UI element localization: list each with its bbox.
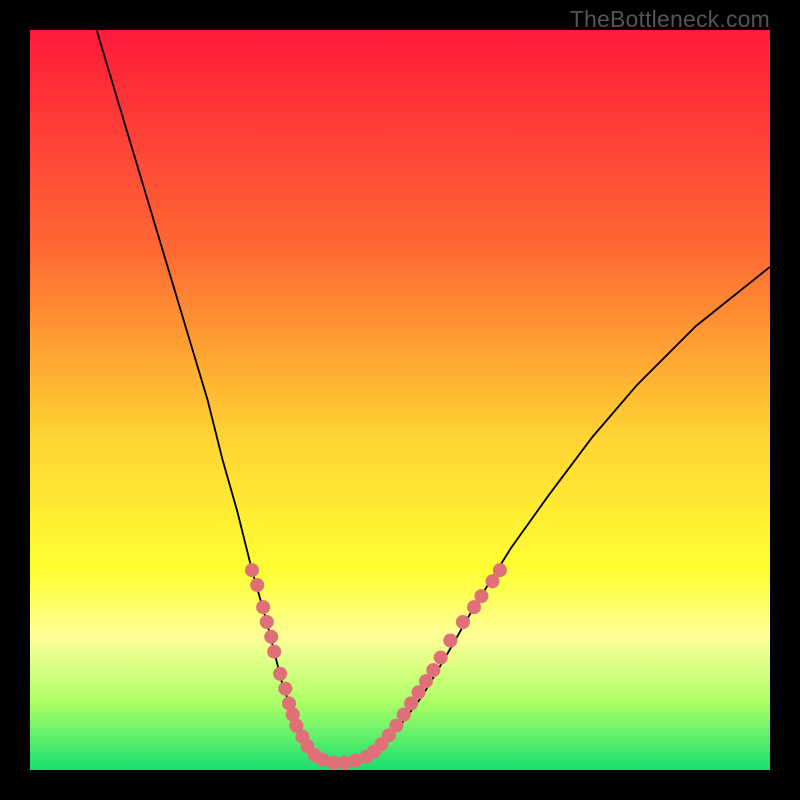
watermark-text: TheBottleneck.com <box>570 6 770 33</box>
data-dot <box>256 600 270 614</box>
data-dot <box>278 682 292 696</box>
bottleneck-curve <box>97 30 770 763</box>
data-dot <box>273 667 287 681</box>
data-dot <box>456 615 470 629</box>
plot-area <box>30 30 770 770</box>
data-dots-right <box>360 563 507 764</box>
data-dot <box>267 645 281 659</box>
data-dot <box>474 589 488 603</box>
data-dot <box>264 630 278 644</box>
chart-frame: TheBottleneck.com <box>0 0 800 800</box>
data-dot <box>245 563 259 577</box>
data-dot <box>434 650 448 664</box>
data-dot <box>443 633 457 647</box>
data-dots-left <box>245 563 363 769</box>
data-dot <box>260 615 274 629</box>
data-dot <box>493 563 507 577</box>
chart-svg <box>30 30 770 770</box>
data-dot <box>250 578 264 592</box>
data-dot <box>426 663 440 677</box>
